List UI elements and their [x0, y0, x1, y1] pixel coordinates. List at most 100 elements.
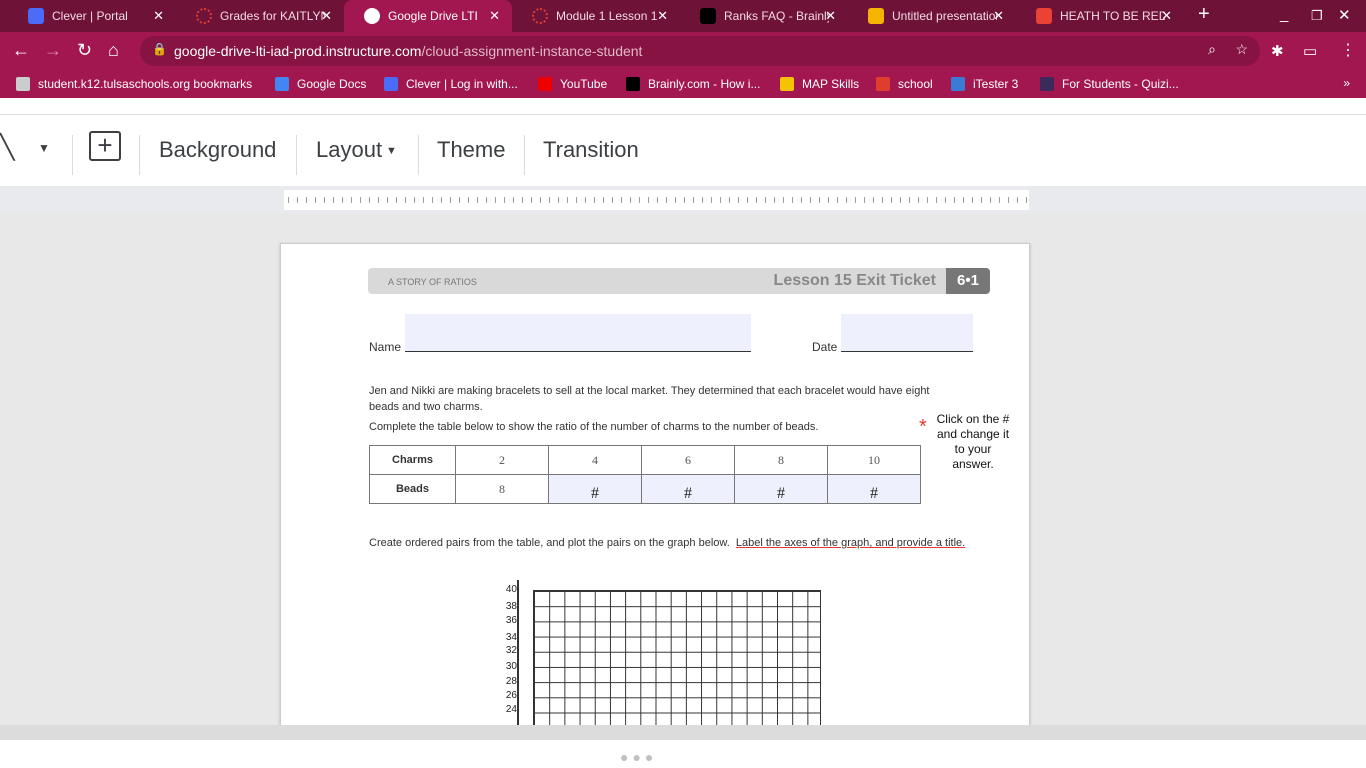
bookmark-item[interactable]: For Students - Quizi...	[1040, 77, 1179, 91]
y-tick-label: 26	[505, 690, 517, 701]
divider	[296, 135, 297, 175]
drag-handle-icon[interactable]: ●●●	[620, 749, 657, 765]
answer-cell[interactable]: #	[734, 474, 828, 504]
browser-tab[interactable]: Ranks FAQ - Brainly ✕	[680, 0, 848, 32]
y-tick-label: 34	[505, 632, 517, 643]
tab-title: Clever | Portal	[52, 9, 128, 23]
browser-tab[interactable]: Google Drive LTI ✕	[344, 0, 512, 32]
graph-instructions: Create ordered pairs from the table, and…	[369, 535, 969, 551]
url-path: /cloud-assignment-instance-student	[421, 43, 643, 59]
divider	[72, 135, 73, 175]
bookmark-label: MAP Skills	[802, 77, 860, 91]
name-label: Name	[369, 340, 402, 354]
canvas-icon	[196, 8, 212, 24]
browser-tab[interactable]: Clever | Portal ✕	[8, 0, 176, 32]
theme-button[interactable]: Theme	[437, 137, 505, 163]
bookmark-item[interactable]: iTester 3	[951, 77, 1018, 91]
layout-dropdown-icon[interactable]: ▼	[386, 145, 397, 157]
more-bookmarks-icon[interactable]: »	[1343, 76, 1350, 90]
browser-tab[interactable]: Grades for KAITLYN ✕	[176, 0, 344, 32]
table-cell: 2	[455, 445, 549, 475]
bookmark-item[interactable]: YouTube	[538, 77, 607, 91]
slides-toolbar: ╲ ▼ + Background Layout ▼ Theme Transiti…	[0, 115, 1366, 186]
transition-button[interactable]: Transition	[543, 137, 639, 163]
new-tab-button[interactable]: +	[1198, 3, 1210, 26]
bookmark-label: school	[898, 77, 933, 91]
bookmark-favicon-icon	[951, 77, 965, 91]
clever-icon	[28, 8, 44, 24]
speaker-notes-divider[interactable]	[0, 725, 1366, 740]
table-header: Beads	[369, 474, 456, 504]
bookmark-favicon-icon	[780, 77, 794, 91]
bookmark-item[interactable]: MAP Skills	[780, 77, 859, 91]
address-bar[interactable]: 🔒 google-drive-lti-iad-prod.instructure.…	[140, 36, 1260, 66]
new-slide-icon[interactable]: +	[89, 131, 121, 161]
series-title: A STORY OF RATIOS	[388, 277, 477, 287]
close-window-button[interactable]: ✕	[1338, 6, 1351, 24]
browser-tab[interactable]: Untitled presentation ✕	[848, 0, 1016, 32]
table-row: Beads 8 # # # #	[369, 474, 921, 504]
worksheet-header: A STORY OF RATIOS Lesson 15 Exit Ticket …	[368, 268, 990, 294]
table-header: Charms	[369, 445, 456, 475]
table-cell: 10	[827, 445, 921, 475]
ruler[interactable]	[284, 190, 1029, 210]
line-dropdown-icon[interactable]: ▼	[38, 141, 50, 155]
bookmark-item[interactable]: Google Docs	[275, 77, 366, 91]
close-tab-icon[interactable]: ✕	[825, 8, 836, 24]
close-tab-icon[interactable]: ✕	[657, 8, 668, 24]
slide-canvas: A STORY OF RATIOS Lesson 15 Exit Ticket …	[0, 213, 1366, 725]
forward-icon[interactable]: →	[44, 40, 62, 61]
y-tick-label: 36	[505, 615, 517, 626]
bookmark-star-icon[interactable]: ☆	[1235, 41, 1248, 58]
tab-title: HEATH TO BE REDO	[1060, 9, 1165, 23]
home-icon[interactable]: ⌂	[108, 40, 119, 61]
bookmark-item[interactable]: Clever | Log in with...	[384, 77, 518, 91]
bookmark-favicon-icon	[626, 77, 640, 91]
minimize-button[interactable]: _	[1280, 6, 1288, 23]
bookmark-item[interactable]: school	[876, 77, 933, 91]
slides-icon	[868, 8, 884, 24]
brainly-icon	[700, 8, 716, 24]
tab-title: Ranks FAQ - Brainly	[724, 9, 829, 23]
line-tool-icon[interactable]: ╲	[0, 133, 14, 162]
close-tab-icon[interactable]: ✕	[1161, 8, 1172, 24]
globe-icon	[364, 8, 380, 24]
nav-bar: ← → ↻ ⌂ 🔒 google-drive-lti-iad-prod.inst…	[0, 32, 1366, 70]
name-input[interactable]	[405, 314, 751, 352]
date-input[interactable]	[841, 314, 973, 352]
answer-cell[interactable]: #	[548, 474, 642, 504]
back-icon[interactable]: ←	[12, 40, 30, 61]
close-tab-icon[interactable]: ✕	[993, 8, 1004, 24]
cast-icon[interactable]: ▭	[1303, 42, 1317, 60]
zoom-icon[interactable]: ⌕	[1208, 41, 1216, 58]
restore-button[interactable]: ❐	[1311, 8, 1323, 24]
answer-cell[interactable]: #	[641, 474, 735, 504]
url-host: google-drive-lti-iad-prod.instructure.co…	[174, 43, 422, 59]
answer-cell[interactable]: #	[827, 474, 921, 504]
bookmark-item[interactable]: Brainly.com - How i...	[626, 77, 760, 91]
slide[interactable]: A STORY OF RATIOS Lesson 15 Exit Ticket …	[280, 243, 1030, 725]
table-instructions: Complete the table below to show the rat…	[369, 421, 819, 433]
tab-title: Google Drive LTI	[388, 9, 478, 23]
browser-tab[interactable]: HEATH TO BE REDO✕	[1016, 0, 1184, 32]
y-tick-label: 38	[505, 601, 517, 612]
close-tab-icon[interactable]: ✕	[489, 8, 500, 24]
background-button[interactable]: Background	[159, 137, 276, 163]
bookmark-item[interactable]: student.k12.tulsaschools.org bookmarks	[16, 77, 252, 91]
extensions-icon[interactable]: ✱	[1271, 42, 1284, 60]
close-tab-icon[interactable]: ✕	[153, 8, 164, 24]
bookmark-favicon-icon	[1040, 77, 1054, 91]
browser-tab[interactable]: Module 1 Lesson 1 ✕	[512, 0, 680, 32]
module-badge: 6•1	[946, 268, 990, 294]
bookmark-favicon-icon	[16, 77, 30, 91]
layout-button[interactable]: Layout	[316, 137, 382, 163]
reload-icon[interactable]: ↻	[77, 40, 92, 61]
bookmark-favicon-icon	[275, 77, 289, 91]
tab-bar: Clever | Portal ✕ Grades for KAITLYN ✕ Googl…	[0, 0, 1366, 32]
bookmark-label: Google Docs	[297, 77, 367, 91]
y-tick-label: 24	[505, 704, 517, 715]
instruction-note: Click on the # and change it to your ans…	[936, 412, 1010, 471]
problem-text: Jen and Nikki are making bracelets to se…	[369, 385, 930, 413]
menu-icon[interactable]: ⋮	[1340, 40, 1356, 60]
close-tab-icon[interactable]: ✕	[321, 8, 332, 24]
